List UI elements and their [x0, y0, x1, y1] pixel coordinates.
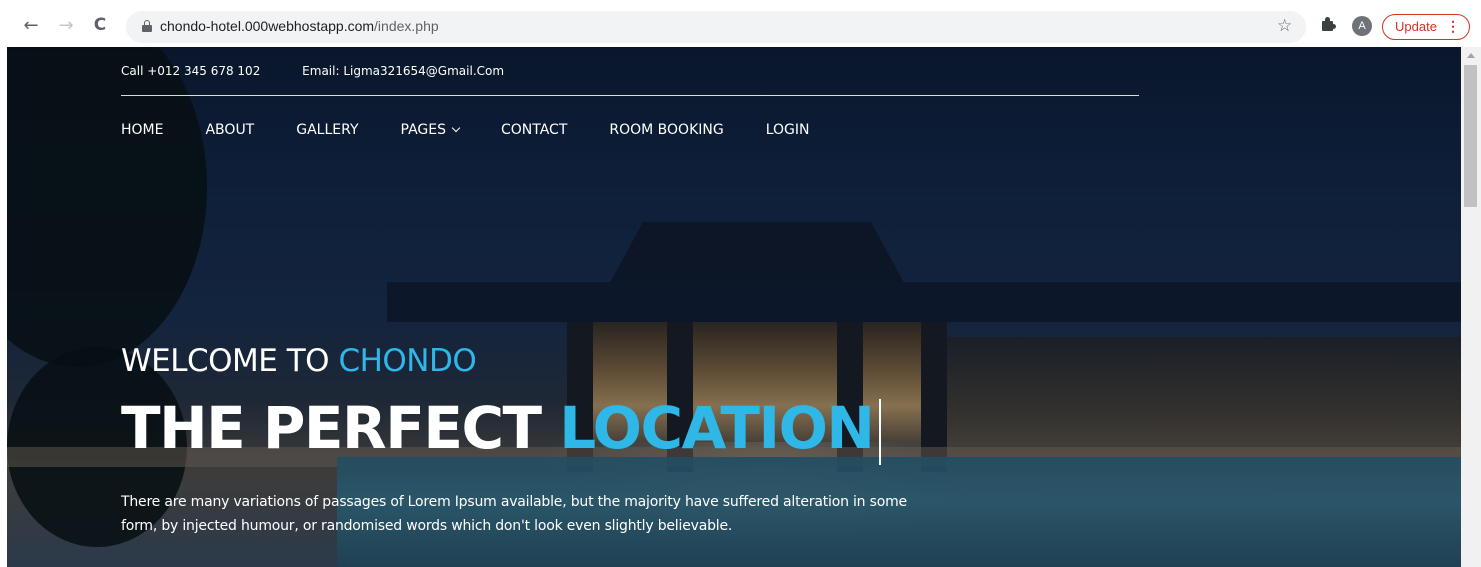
back-arrow-icon[interactable]: ←: [20, 14, 42, 36]
reload-icon[interactable]: C: [89, 14, 111, 36]
address-bar[interactable]: chondo-hotel.000webhostapp.com/index.php…: [126, 11, 1306, 43]
scroll-up-arrow-icon[interactable]: [1467, 53, 1475, 58]
scroll-thumb[interactable]: [1464, 65, 1477, 207]
update-label: Update: [1395, 19, 1437, 34]
profile-avatar[interactable]: A: [1352, 16, 1372, 36]
header-divider: [121, 95, 1139, 96]
headline-white: THE PERFECT: [121, 394, 560, 462]
nav-pages[interactable]: PAGES: [400, 122, 461, 138]
tab-strip-edge: [0, 0, 1481, 8]
main-nav: HOME ABOUT GALLERY PAGES CONTACT ROOM BO…: [121, 122, 851, 138]
chevron-down-icon: [451, 123, 461, 133]
url-path: /index.php: [374, 18, 439, 34]
browser-toolbar: ← → C chondo-hotel.000webhostapp.com/ind…: [0, 0, 1481, 47]
headline-accent: LOCATION: [559, 394, 875, 462]
more-menu-icon[interactable]: ⋮: [1446, 15, 1460, 38]
update-button[interactable]: Update ⋮: [1382, 14, 1470, 40]
url-host: chondo-hotel.000webhostapp.com: [160, 18, 375, 34]
nav-gallery[interactable]: GALLERY: [296, 122, 358, 138]
nav-pages-label: PAGES: [400, 122, 446, 138]
welcome-heading: WELCOME TO CHONDO: [121, 343, 477, 379]
nav-room-booking[interactable]: ROOM BOOKING: [609, 122, 723, 138]
hero-headline: THE PERFECT LOCATION: [121, 393, 882, 465]
brand-name: CHONDO: [338, 343, 477, 379]
contact-bar: Call +012 345 678 102 Email: Ligma321654…: [121, 64, 542, 78]
window-edge: [0, 47, 7, 567]
typing-cursor: [879, 398, 882, 465]
phone-text: Call +012 345 678 102: [121, 64, 261, 78]
nav-contact[interactable]: CONTACT: [501, 122, 567, 138]
page-scrollbar[interactable]: [1461, 47, 1481, 567]
hero-description: There are many variations of passages of…: [121, 494, 907, 534]
hero-section: Call +012 345 678 102 Email: Ligma321654…: [7, 47, 1461, 567]
url-text[interactable]: chondo-hotel.000webhostapp.com/index.php: [160, 18, 439, 34]
nav-about[interactable]: ABOUT: [205, 122, 254, 138]
nav-home[interactable]: HOME: [121, 122, 163, 138]
welcome-prefix: WELCOME TO: [121, 343, 339, 379]
forward-arrow-icon[interactable]: →: [55, 14, 77, 36]
nav-login[interactable]: LOGIN: [766, 122, 810, 138]
lock-icon[interactable]: [142, 20, 152, 32]
bookmark-star-icon[interactable]: ☆: [1277, 16, 1292, 36]
email-text: Email: Ligma321654@Gmail.Com: [302, 64, 505, 78]
extensions-puzzle-icon[interactable]: [1320, 17, 1336, 33]
